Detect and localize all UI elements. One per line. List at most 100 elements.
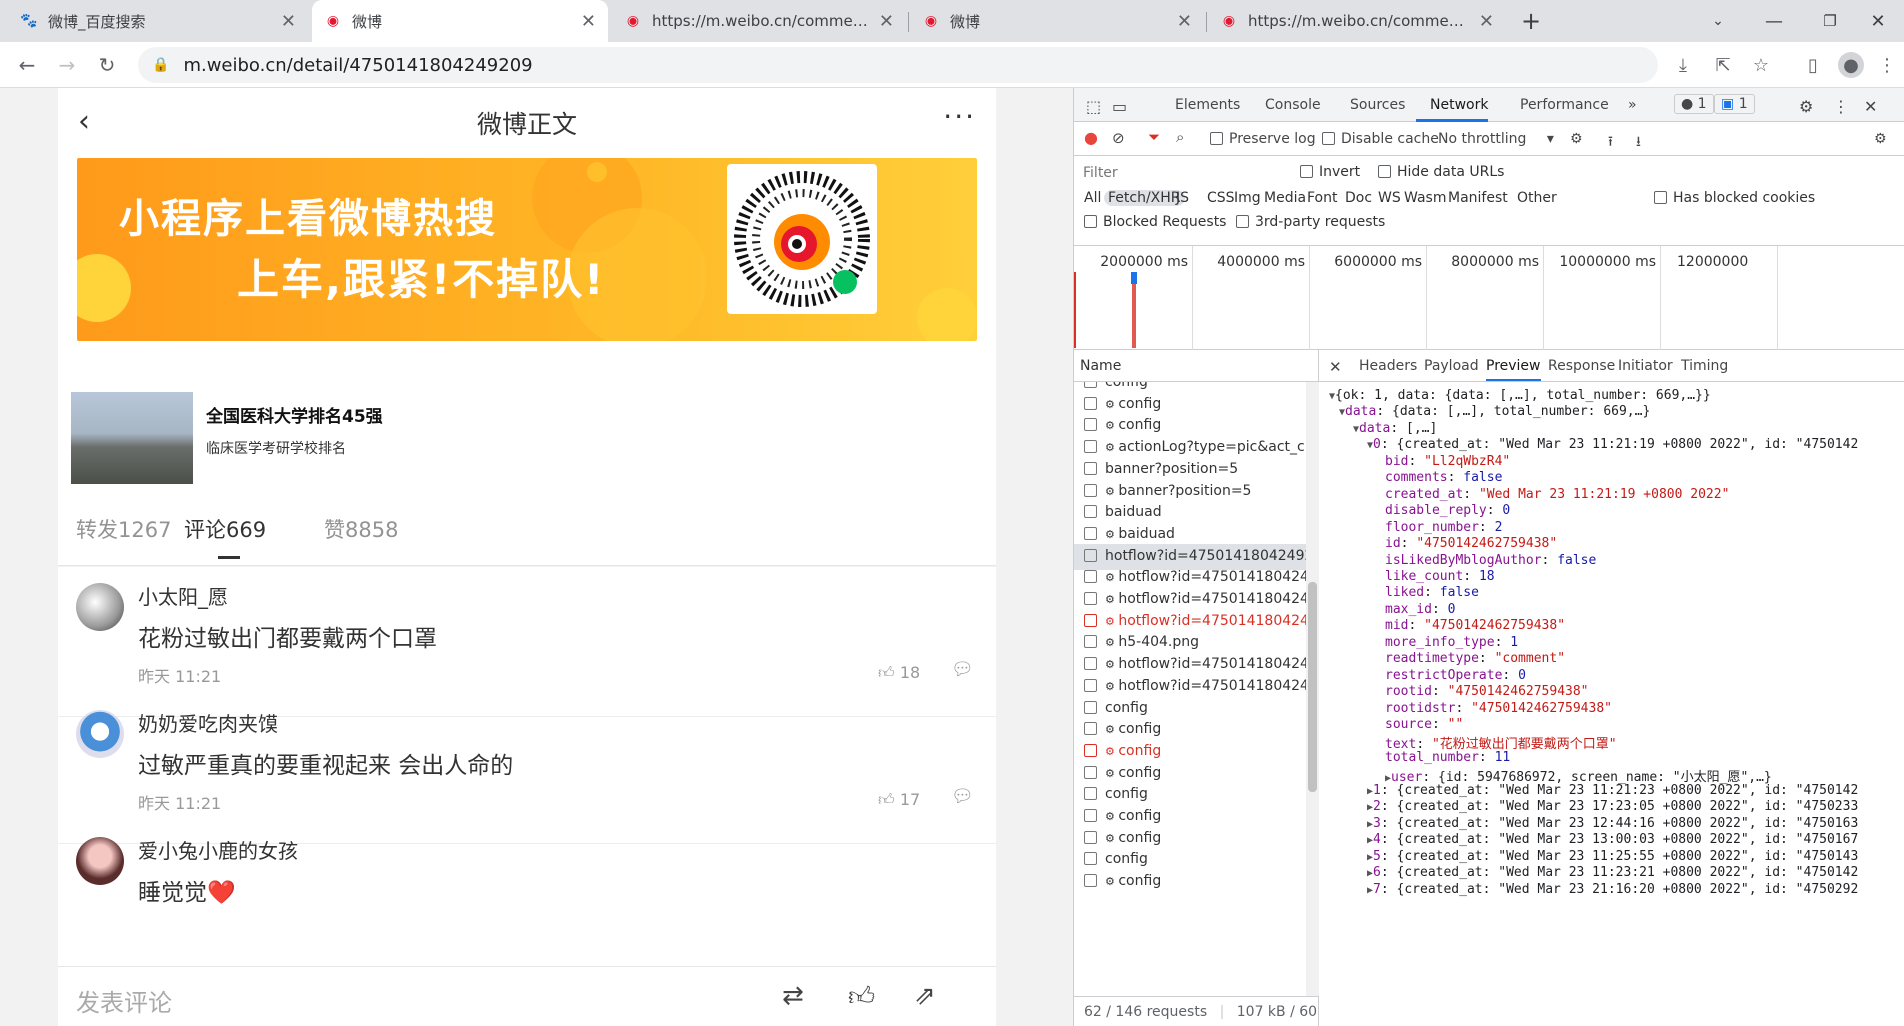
type-filter-js[interactable]: JS bbox=[1176, 190, 1189, 206]
close-devtools-icon[interactable]: ✕ bbox=[1864, 97, 1877, 116]
comment-username[interactable]: 爱小兔小鹿的女孩 bbox=[138, 835, 298, 864]
close-icon[interactable]: ✕ bbox=[1479, 11, 1494, 32]
blocked-requests-checkbox[interactable]: Blocked Requests bbox=[1084, 214, 1226, 230]
tab-elements[interactable]: Elements bbox=[1175, 97, 1240, 113]
disable-cache-checkbox[interactable]: Disable cache bbox=[1322, 131, 1439, 147]
address-bar[interactable]: 🔒 m.weibo.cn/detail/4750141804249209 bbox=[138, 47, 1658, 83]
type-filter-font[interactable]: Font bbox=[1307, 190, 1337, 206]
third-party-checkbox[interactable]: 3rd-party requests bbox=[1236, 214, 1385, 230]
message-counter[interactable]: ▣ 1 bbox=[1714, 94, 1755, 114]
bookmark-star-icon[interactable]: ☆ bbox=[1748, 52, 1774, 78]
type-filter-manifest[interactable]: Manifest bbox=[1448, 190, 1508, 206]
tab-repost[interactable]: 转发1267 bbox=[76, 514, 171, 544]
comment-like-button[interactable]: 👍︎ 18 bbox=[878, 663, 920, 683]
inspect-element-icon[interactable]: ⬚ bbox=[1086, 97, 1101, 116]
type-filter-doc[interactable]: Doc bbox=[1345, 190, 1372, 206]
json-line[interactable]: ▶7: {created_at: "Wed Mar 23 21:16:20 +0… bbox=[1367, 882, 1858, 902]
hide-data-urls-checkbox[interactable]: Hide data URLs bbox=[1378, 164, 1504, 180]
search-icon[interactable]: ⌕ bbox=[1176, 128, 1184, 146]
avatar[interactable] bbox=[76, 583, 124, 631]
settings-gear-icon[interactable]: ⚙ bbox=[1799, 97, 1813, 116]
network-overview-timeline[interactable]: 2000000 ms 4000000 ms 6000000 ms 8000000 ms… bbox=[1074, 246, 1904, 350]
clear-icon[interactable]: ⊘ bbox=[1112, 129, 1125, 147]
repost-icon[interactable]: ⇄ bbox=[782, 981, 804, 1011]
close-icon[interactable]: ✕ bbox=[879, 11, 894, 32]
record-icon[interactable]: ● bbox=[1084, 128, 1098, 147]
scrollbar-thumb[interactable] bbox=[1308, 582, 1317, 792]
more-menu-icon[interactable]: ··· bbox=[943, 100, 976, 133]
type-filter-other[interactable]: Other bbox=[1517, 190, 1557, 206]
avatar[interactable] bbox=[76, 837, 124, 885]
tab-sources[interactable]: Sources bbox=[1350, 97, 1405, 113]
install-icon[interactable]: ⤓ bbox=[1670, 52, 1696, 78]
type-filter-all[interactable]: All bbox=[1084, 190, 1101, 206]
detail-tab-response[interactable]: Response bbox=[1548, 358, 1615, 374]
like-icon[interactable]: 👍︎ bbox=[848, 981, 875, 1012]
comment-username[interactable]: 奶奶爱吃肉夹馍 bbox=[138, 708, 278, 737]
export-har-icon[interactable]: ⭳ bbox=[1636, 131, 1641, 155]
side-panel-icon[interactable]: ▯ bbox=[1800, 52, 1826, 78]
comment-username[interactable]: 小太阳_愿 bbox=[138, 581, 228, 610]
tab-console[interactable]: Console bbox=[1265, 97, 1321, 113]
request-list-scrollbar[interactable] bbox=[1306, 382, 1319, 996]
forward-button[interactable]: → bbox=[52, 50, 82, 80]
browser-tab[interactable]: ◉ https://m.weibo.cn/comments ✕ bbox=[612, 0, 906, 42]
close-detail-icon[interactable]: ✕ bbox=[1329, 358, 1342, 376]
close-icon[interactable]: ✕ bbox=[581, 11, 596, 32]
name-column-header[interactable]: Name bbox=[1074, 350, 1319, 382]
restore-button[interactable]: ❐ bbox=[1802, 0, 1858, 42]
type-filter-fetchxhr[interactable]: Fetch/XHR bbox=[1104, 190, 1185, 206]
close-icon[interactable]: ✕ bbox=[281, 11, 296, 32]
error-counter[interactable]: ● 1 bbox=[1674, 94, 1714, 114]
throttling-select[interactable]: No throttling ▾ bbox=[1438, 131, 1554, 147]
new-tab-button[interactable]: + bbox=[1506, 0, 1556, 42]
detail-tab-initiator[interactable]: Initiator bbox=[1618, 358, 1673, 374]
browser-tab[interactable]: ◉ https://m.weibo.cn/comments ✕ bbox=[1208, 0, 1506, 42]
network-conditions-icon[interactable]: ⚙ bbox=[1570, 131, 1583, 147]
avatar[interactable] bbox=[76, 710, 124, 758]
type-filter-css[interactable]: CSS bbox=[1207, 190, 1235, 206]
tab-comments[interactable]: 评论669 bbox=[184, 514, 266, 544]
comment-input[interactable]: 发表评论 bbox=[76, 983, 172, 1018]
preserve-log-checkbox[interactable]: Preserve log bbox=[1210, 131, 1316, 147]
reply-bubble-icon[interactable]: 💬︎ bbox=[951, 786, 974, 807]
link-card[interactable]: 全国医科大学排名45强 临床医学考研学校排名 bbox=[58, 376, 996, 486]
tab-search-icon[interactable]: ⌄ bbox=[1690, 0, 1746, 42]
type-filter-media[interactable]: Media bbox=[1264, 190, 1306, 206]
browser-tab-active[interactable]: ◉ 微博 ✕ bbox=[312, 0, 608, 42]
type-filter-ws[interactable]: WS bbox=[1378, 190, 1401, 206]
filter-input[interactable]: Filter bbox=[1082, 164, 1242, 184]
tab-likes[interactable]: 赞8858 bbox=[324, 514, 398, 544]
browser-tab[interactable]: 🐾 微博_百度搜索 ✕ bbox=[8, 0, 308, 42]
profile-avatar-icon[interactable]: ● bbox=[1838, 52, 1864, 78]
share-icon[interactable]: ⇱ bbox=[1710, 52, 1736, 78]
detail-tab-payload[interactable]: Payload bbox=[1424, 358, 1479, 374]
detail-tab-preview[interactable]: Preview bbox=[1486, 358, 1541, 381]
lock-icon[interactable]: 🔒 bbox=[152, 57, 169, 73]
detail-tab-headers[interactable]: Headers bbox=[1359, 358, 1417, 374]
type-filter-wasm[interactable]: Wasm bbox=[1404, 190, 1446, 206]
mini-program-banner[interactable]: 小程序上看微博热搜 上车,跟紧!不掉队! bbox=[77, 158, 977, 341]
invert-checkbox[interactable]: Invert bbox=[1300, 164, 1360, 180]
devtools-menu-icon[interactable]: ⋮ bbox=[1833, 97, 1849, 116]
blocked-cookies-checkbox[interactable]: Has blocked cookies bbox=[1654, 190, 1815, 206]
tab-network[interactable]: Network bbox=[1430, 97, 1488, 113]
device-toolbar-icon[interactable]: ▭ bbox=[1112, 97, 1127, 116]
browser-tab[interactable]: ◉ 微博 ✕ bbox=[910, 0, 1204, 42]
reply-bubble-icon[interactable]: 💬︎ bbox=[951, 659, 974, 680]
more-tabs-icon[interactable]: » bbox=[1628, 97, 1637, 113]
close-icon[interactable]: ✕ bbox=[1177, 11, 1192, 32]
close-window-button[interactable]: ✕ bbox=[1852, 0, 1904, 42]
back-button[interactable]: ← bbox=[12, 50, 42, 80]
comment-like-button[interactable]: 👍︎ 17 bbox=[878, 790, 920, 810]
filter-icon[interactable]: ⏷ bbox=[1148, 128, 1160, 146]
back-arrow-icon[interactable]: ‹ bbox=[78, 104, 90, 139]
type-filter-img[interactable]: Img bbox=[1234, 190, 1261, 206]
browser-menu-icon[interactable]: ⋮ bbox=[1874, 52, 1900, 78]
minimize-button[interactable]: — bbox=[1746, 0, 1802, 42]
reload-button[interactable]: ↻ bbox=[92, 50, 122, 80]
request-row[interactable]: ⚙ config bbox=[1074, 869, 1306, 895]
network-settings-icon[interactable]: ⚙ bbox=[1874, 131, 1887, 147]
import-har-icon[interactable]: ⭱ bbox=[1608, 131, 1613, 155]
detail-tab-timing[interactable]: Timing bbox=[1681, 358, 1728, 374]
